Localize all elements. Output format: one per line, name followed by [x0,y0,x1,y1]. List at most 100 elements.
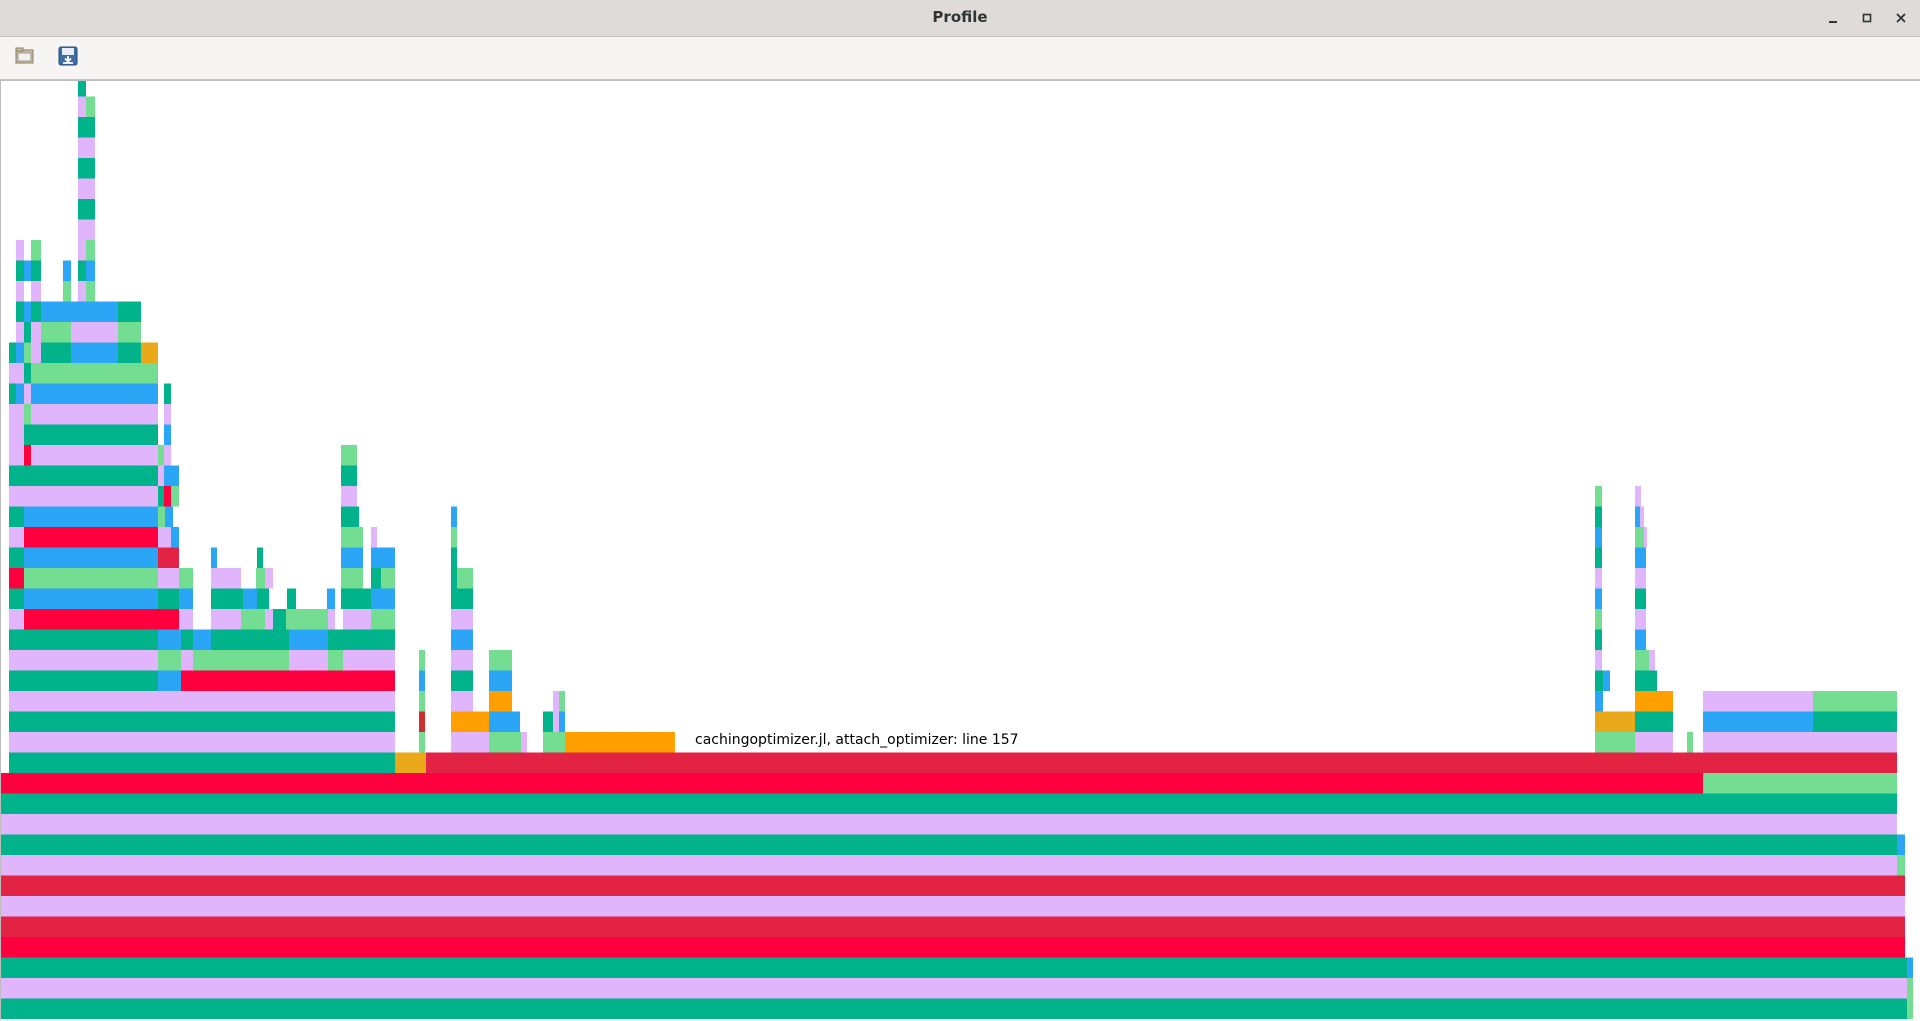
flame-frame[interactable] [16,260,24,282]
flame-frame[interactable] [16,301,24,323]
flame-frame[interactable] [9,752,395,774]
flame-frame[interactable] [451,547,457,569]
flame-frame[interactable] [265,609,273,630]
minimize-button[interactable] [1821,6,1845,30]
flame-frame[interactable] [419,711,425,733]
flame-frame[interactable] [158,588,179,610]
flame-frame[interactable] [78,178,95,200]
flame-frame[interactable] [211,568,241,589]
flame-frame[interactable] [1,896,1905,917]
flame-frame[interactable] [1907,957,1913,979]
flame-frame[interactable] [164,404,171,425]
flame-frame[interactable] [71,342,118,364]
flame-frame[interactable] [24,588,158,610]
flame-frame[interactable] [24,445,31,466]
flame-frame[interactable] [1,916,1905,938]
flame-frame[interactable] [24,609,158,630]
flame-frame[interactable] [241,609,265,630]
flame-frame[interactable] [451,568,457,589]
flame-frame[interactable] [24,301,31,323]
flame-frame[interactable] [1,773,1703,794]
flame-frame[interactable] [1635,711,1673,733]
flame-frame[interactable] [24,383,31,405]
flame-frame[interactable] [1,855,1897,876]
flame-frame[interactable] [341,527,363,548]
flame-frame[interactable] [1595,547,1602,569]
flame-frame[interactable] [419,732,425,753]
flame-frame[interactable] [78,281,86,302]
flame-frame[interactable] [9,383,16,405]
flame-frame[interactable] [31,342,41,364]
flame-frame[interactable] [16,363,24,384]
flame-frame[interactable] [451,629,473,651]
flame-frame[interactable] [256,568,265,589]
flame-frame[interactable] [343,609,371,630]
flame-frame[interactable] [559,711,565,733]
flame-frame[interactable] [78,96,86,118]
flame-frame[interactable] [451,588,473,610]
flame-frame[interactable] [489,732,521,753]
flame-frame[interactable] [287,588,296,610]
flame-frame[interactable] [328,609,335,630]
flame-frame[interactable] [171,486,179,507]
flame-frame[interactable] [24,363,31,384]
flame-frame[interactable] [41,322,71,343]
flame-frame[interactable] [1,793,1897,815]
flame-frame[interactable] [31,240,41,261]
flame-frame[interactable] [78,137,95,159]
flame-frame[interactable] [9,629,158,651]
flame-frame[interactable] [1635,486,1641,507]
flame-frame[interactable] [63,281,71,302]
flame-frame[interactable] [71,322,118,343]
flame-frame[interactable] [1635,650,1649,671]
flame-frame[interactable] [9,506,24,528]
flame-frame[interactable] [165,506,173,528]
flame-frame[interactable] [343,629,395,651]
flame-frame[interactable] [24,547,158,569]
flame-frame[interactable] [489,670,512,692]
flame-frame[interactable] [171,465,179,487]
flame-frame[interactable] [31,301,41,323]
flame-frame[interactable] [1,998,1907,1020]
flame-frame[interactable] [211,588,243,610]
flame-frame[interactable] [341,506,359,528]
flame-frame[interactable] [158,506,165,528]
flame-frame[interactable] [78,199,95,220]
flame-frame[interactable] [1897,855,1905,876]
flame-frame[interactable] [71,301,118,323]
flame-frame[interactable] [158,609,179,630]
flame-frame[interactable] [419,691,425,712]
flame-frame[interactable] [489,711,520,733]
flame-frame[interactable] [1635,629,1646,651]
flame-frame[interactable] [63,260,71,282]
flame-frame[interactable] [1703,732,1897,753]
flame-frame[interactable] [295,609,328,630]
flame-frame[interactable] [158,670,181,692]
flame-frame[interactable] [16,342,24,364]
flame-frame[interactable] [181,629,193,651]
flame-frame[interactable] [371,609,395,630]
flame-frame[interactable] [24,465,158,487]
flame-frame[interactable] [1595,609,1602,630]
flame-frame[interactable] [181,650,193,671]
flame-frame[interactable] [257,588,269,610]
flame-frame[interactable] [1649,650,1655,671]
flame-frame[interactable] [1595,568,1602,589]
flame-frame[interactable] [1703,773,1897,794]
flame-frame[interactable] [1,814,1897,835]
flame-frame[interactable] [24,260,31,282]
flame-frame[interactable] [243,629,289,651]
flame-frame[interactable] [1640,506,1644,528]
flame-frame[interactable] [16,240,24,261]
flame-frame[interactable] [41,301,71,323]
flame-frame[interactable] [1595,629,1602,651]
flame-frame[interactable] [451,711,489,733]
flame-frame[interactable] [553,691,559,712]
flame-frame[interactable] [451,506,457,528]
flame-frame[interactable] [565,732,675,753]
flame-frame[interactable] [164,383,171,405]
flame-frame[interactable] [78,260,86,282]
flame-frame[interactable] [9,404,24,425]
flame-frame[interactable] [273,609,286,630]
flame-frame[interactable] [9,465,24,487]
